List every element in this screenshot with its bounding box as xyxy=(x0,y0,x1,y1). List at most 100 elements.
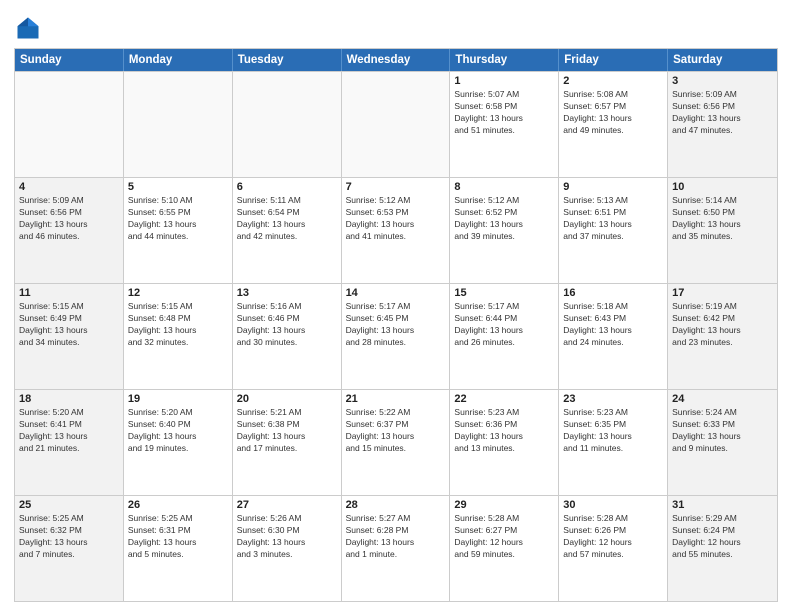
calendar-cell: 19 Sunrise: 5:20 AM Sunset: 6:40 PM Dayli… xyxy=(124,390,233,495)
day-number: 30 xyxy=(563,499,663,511)
calendar-cell: 27 Sunrise: 5:26 AM Sunset: 6:30 PM Dayli… xyxy=(233,496,342,601)
logo-icon xyxy=(14,14,42,42)
calendar-cell: 17 Sunrise: 5:19 AM Sunset: 6:42 PM Dayli… xyxy=(668,284,777,389)
cal-header-cell: Sunday xyxy=(15,49,124,71)
page: SundayMondayTuesdayWednesdayThursdayFrid… xyxy=(0,0,792,612)
calendar-header: SundayMondayTuesdayWednesdayThursdayFrid… xyxy=(15,49,777,71)
cal-header-cell: Saturday xyxy=(668,49,777,71)
day-number: 20 xyxy=(237,393,337,405)
calendar-cell: 6 Sunrise: 5:11 AM Sunset: 6:54 PM Daylig… xyxy=(233,178,342,283)
calendar: SundayMondayTuesdayWednesdayThursdayFrid… xyxy=(14,48,778,602)
calendar-cell: 14Sunrise: 5:17 AM Sunset: 6:45 PM Dayli… xyxy=(342,284,451,389)
day-info: Sunrise: 5:23 AM Sunset: 6:35 PM Dayligh… xyxy=(563,407,663,455)
calendar-cell xyxy=(233,72,342,177)
calendar-cell: 29Sunrise: 5:28 AM Sunset: 6:27 PM Dayli… xyxy=(450,496,559,601)
day-info: Sunrise: 5:10 AM Sunset: 6:55 PM Dayligh… xyxy=(128,195,228,243)
day-info: Sunrise: 5:09 AM Sunset: 6:56 PM Dayligh… xyxy=(19,195,119,243)
day-info: Sunrise: 5:24 AM Sunset: 6:33 PM Dayligh… xyxy=(672,407,773,455)
calendar-cell: 9Sunrise: 5:13 AM Sunset: 6:51 PM Daylig… xyxy=(559,178,668,283)
day-number: 4 xyxy=(19,181,119,193)
calendar-cell: 18Sunrise: 5:20 AM Sunset: 6:41 PM Dayli… xyxy=(15,390,124,495)
day-info: Sunrise: 5:23 AM Sunset: 6:36 PM Dayligh… xyxy=(454,407,554,455)
day-info: Sunrise: 5:19 AM Sunset: 6:42 PM Dayligh… xyxy=(672,301,773,349)
cal-header-cell: Tuesday xyxy=(233,49,342,71)
day-info: Sunrise: 5:15 AM Sunset: 6:48 PM Dayligh… xyxy=(128,301,228,349)
day-info: Sunrise: 5:11 AM Sunset: 6:54 PM Dayligh… xyxy=(237,195,337,243)
day-number: 11 xyxy=(19,287,119,299)
calendar-cell: 11 Sunrise: 5:15 AM Sunset: 6:49 PM Dayli… xyxy=(15,284,124,389)
calendar-cell: 28 Sunrise: 5:27 AM Sunset: 6:28 PM Dayli… xyxy=(342,496,451,601)
calendar-cell: 3 Sunrise: 5:09 AM Sunset: 6:56 PM Daylig… xyxy=(668,72,777,177)
calendar-cell: 21 Sunrise: 5:22 AM Sunset: 6:37 PM Dayli… xyxy=(342,390,451,495)
day-info: Sunrise: 5:17 AM Sunset: 6:44 PM Dayligh… xyxy=(454,301,554,349)
calendar-cell xyxy=(342,72,451,177)
calendar-week: 18Sunrise: 5:20 AM Sunset: 6:41 PM Dayli… xyxy=(15,389,777,495)
calendar-cell xyxy=(15,72,124,177)
calendar-cell: 12 Sunrise: 5:15 AM Sunset: 6:48 PM Dayli… xyxy=(124,284,233,389)
calendar-cell: 13Sunrise: 5:16 AM Sunset: 6:46 PM Dayli… xyxy=(233,284,342,389)
day-number: 8 xyxy=(454,181,554,193)
day-info: Sunrise: 5:28 AM Sunset: 6:27 PM Dayligh… xyxy=(454,513,554,561)
day-number: 27 xyxy=(237,499,337,511)
day-info: Sunrise: 5:07 AM Sunset: 6:58 PM Dayligh… xyxy=(454,89,554,137)
day-number: 31 xyxy=(672,499,773,511)
day-number: 23 xyxy=(563,393,663,405)
calendar-week: 1Sunrise: 5:07 AM Sunset: 6:58 PM Daylig… xyxy=(15,71,777,177)
day-number: 19 xyxy=(128,393,228,405)
calendar-cell: 1Sunrise: 5:07 AM Sunset: 6:58 PM Daylig… xyxy=(450,72,559,177)
calendar-cell: 7 Sunrise: 5:12 AM Sunset: 6:53 PM Daylig… xyxy=(342,178,451,283)
day-number: 15 xyxy=(454,287,554,299)
calendar-cell: 10 Sunrise: 5:14 AM Sunset: 6:50 PM Dayli… xyxy=(668,178,777,283)
calendar-cell: 2 Sunrise: 5:08 AM Sunset: 6:57 PM Daylig… xyxy=(559,72,668,177)
day-number: 10 xyxy=(672,181,773,193)
calendar-week: 4 Sunrise: 5:09 AM Sunset: 6:56 PM Daylig… xyxy=(15,177,777,283)
day-info: Sunrise: 5:20 AM Sunset: 6:40 PM Dayligh… xyxy=(128,407,228,455)
calendar-cell: 8 Sunrise: 5:12 AM Sunset: 6:52 PM Daylig… xyxy=(450,178,559,283)
calendar-cell: 26 Sunrise: 5:25 AM Sunset: 6:31 PM Dayli… xyxy=(124,496,233,601)
day-info: Sunrise: 5:28 AM Sunset: 6:26 PM Dayligh… xyxy=(563,513,663,561)
calendar-cell: 5Sunrise: 5:10 AM Sunset: 6:55 PM Daylig… xyxy=(124,178,233,283)
day-number: 3 xyxy=(672,75,773,87)
day-number: 2 xyxy=(563,75,663,87)
day-number: 24 xyxy=(672,393,773,405)
day-number: 28 xyxy=(346,499,446,511)
day-info: Sunrise: 5:26 AM Sunset: 6:30 PM Dayligh… xyxy=(237,513,337,561)
calendar-cell: 20 Sunrise: 5:21 AM Sunset: 6:38 PM Dayli… xyxy=(233,390,342,495)
day-info: Sunrise: 5:15 AM Sunset: 6:49 PM Dayligh… xyxy=(19,301,119,349)
day-info: Sunrise: 5:27 AM Sunset: 6:28 PM Dayligh… xyxy=(346,513,446,561)
day-number: 13 xyxy=(237,287,337,299)
cal-header-cell: Wednesday xyxy=(342,49,451,71)
calendar-week: 25 Sunrise: 5:25 AM Sunset: 6:32 PM Dayli… xyxy=(15,495,777,601)
day-info: Sunrise: 5:12 AM Sunset: 6:52 PM Dayligh… xyxy=(454,195,554,243)
day-info: Sunrise: 5:18 AM Sunset: 6:43 PM Dayligh… xyxy=(563,301,663,349)
day-number: 7 xyxy=(346,181,446,193)
day-info: Sunrise: 5:21 AM Sunset: 6:38 PM Dayligh… xyxy=(237,407,337,455)
day-number: 12 xyxy=(128,287,228,299)
cal-header-cell: Monday xyxy=(124,49,233,71)
day-number: 25 xyxy=(19,499,119,511)
day-info: Sunrise: 5:14 AM Sunset: 6:50 PM Dayligh… xyxy=(672,195,773,243)
day-number: 17 xyxy=(672,287,773,299)
day-info: Sunrise: 5:08 AM Sunset: 6:57 PM Dayligh… xyxy=(563,89,663,137)
header xyxy=(14,10,778,42)
calendar-week: 11 Sunrise: 5:15 AM Sunset: 6:49 PM Dayli… xyxy=(15,283,777,389)
calendar-cell: 24 Sunrise: 5:24 AM Sunset: 6:33 PM Dayli… xyxy=(668,390,777,495)
calendar-cell xyxy=(124,72,233,177)
day-number: 16 xyxy=(563,287,663,299)
day-info: Sunrise: 5:25 AM Sunset: 6:32 PM Dayligh… xyxy=(19,513,119,561)
day-number: 26 xyxy=(128,499,228,511)
calendar-cell: 16 Sunrise: 5:18 AM Sunset: 6:43 PM Dayli… xyxy=(559,284,668,389)
day-number: 14 xyxy=(346,287,446,299)
day-info: Sunrise: 5:22 AM Sunset: 6:37 PM Dayligh… xyxy=(346,407,446,455)
calendar-cell: 23 Sunrise: 5:23 AM Sunset: 6:35 PM Dayli… xyxy=(559,390,668,495)
day-info: Sunrise: 5:25 AM Sunset: 6:31 PM Dayligh… xyxy=(128,513,228,561)
day-number: 21 xyxy=(346,393,446,405)
day-info: Sunrise: 5:29 AM Sunset: 6:24 PM Dayligh… xyxy=(672,513,773,561)
cal-header-cell: Friday xyxy=(559,49,668,71)
day-info: Sunrise: 5:09 AM Sunset: 6:56 PM Dayligh… xyxy=(672,89,773,137)
day-number: 22 xyxy=(454,393,554,405)
day-number: 9 xyxy=(563,181,663,193)
day-number: 6 xyxy=(237,181,337,193)
calendar-body: 1Sunrise: 5:07 AM Sunset: 6:58 PM Daylig… xyxy=(15,71,777,601)
day-info: Sunrise: 5:12 AM Sunset: 6:53 PM Dayligh… xyxy=(346,195,446,243)
